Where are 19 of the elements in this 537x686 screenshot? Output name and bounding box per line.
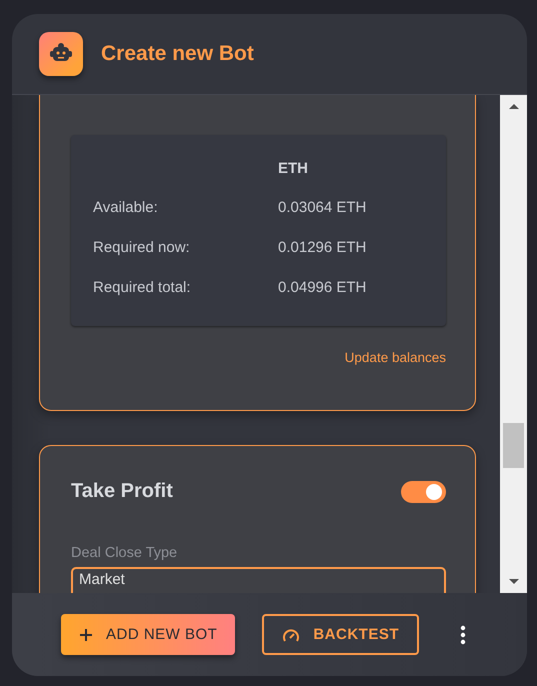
update-balances-link[interactable]: Update balances xyxy=(344,350,446,365)
row-label: Required now: xyxy=(93,238,191,256)
dialog-title: Create new Bot xyxy=(101,42,254,66)
column-header: ETH xyxy=(278,160,309,176)
add-bot-button[interactable]: ADD NEW BOT xyxy=(61,614,236,655)
field-label: Deal Close Type xyxy=(71,545,178,561)
more-options-icon[interactable] xyxy=(460,624,466,644)
speedometer-icon xyxy=(282,626,300,642)
row-label: Available: xyxy=(93,198,159,216)
table-cell-text: 0.01296 ETH xyxy=(278,238,368,256)
table-cell-text: 0.04996 ETH xyxy=(278,278,368,296)
toggle-switch[interactable] xyxy=(401,480,446,502)
plus-icon xyxy=(79,628,93,642)
robot-icon xyxy=(39,32,83,76)
scrollbar[interactable] xyxy=(500,95,527,593)
backtest-button[interactable]: BACKTEST xyxy=(262,614,420,655)
table-cell-text: 0.03064 ETH xyxy=(278,198,368,216)
row-label: Required total: xyxy=(93,278,192,296)
section-title: Take Profit xyxy=(71,480,173,503)
